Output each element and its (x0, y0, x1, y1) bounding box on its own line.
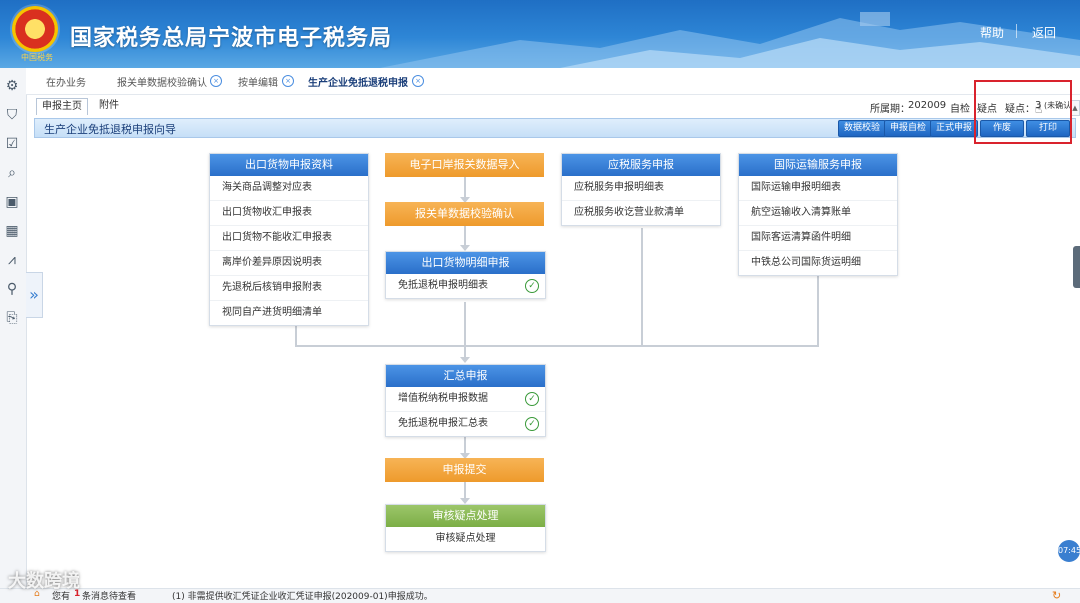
customs-confirm-step[interactable]: 报关单数据校验确认 (385, 202, 544, 226)
shield-icon[interactable]: ⛉ (4, 107, 20, 123)
card-header[interactable]: 出口货物申报资料 (210, 154, 368, 176)
refresh-icon[interactable]: ↻ (1052, 589, 1061, 602)
list-item[interactable]: 出口货物不能收汇申报表 (210, 226, 368, 251)
period-label: 所属期： (870, 104, 910, 115)
highlight-box (974, 80, 1072, 144)
connector (464, 302, 466, 360)
list-item-label: 增值税纳税申报数据 (398, 393, 488, 404)
intl-transport-card: 国际运输服务申报 国际运输申报明细表 航空运输收入清算账单 国际客运清算函件明细… (738, 153, 898, 276)
help-link[interactable]: 帮助 (980, 24, 1004, 41)
search-money-icon[interactable]: ⌕ (4, 165, 20, 181)
self-check-button[interactable]: 申报自检 (884, 120, 933, 137)
list-item[interactable]: 出口货物收汇申报表 (210, 201, 368, 226)
list-item-label: 免抵退税申报汇总表 (398, 418, 488, 429)
period-value: 202009 (908, 100, 947, 111)
watermark: 大数跨境 (8, 571, 80, 592)
header-divider (1016, 24, 1017, 38)
side-handle[interactable] (1073, 246, 1080, 288)
nav-tab-edit-by-doc[interactable]: 按单编辑 (238, 74, 278, 89)
list-item[interactable]: 中铁总公司国际货运明细 (739, 251, 897, 275)
list-item[interactable]: 审核疑点处理 (386, 527, 545, 551)
logo-subtitle: 中国税务 (21, 53, 53, 62)
export-goods-card: 出口货物申报资料 海关商品调整对应表 出口货物收汇申报表 出口货物不能收汇申报表… (209, 153, 369, 326)
chart-icon[interactable]: ⩘ (4, 252, 20, 268)
port-import-step[interactable]: 电子口岸报关数据导入 (385, 153, 544, 177)
connector (295, 345, 819, 347)
list-item[interactable]: 免抵退税申报明细表 ✓ (386, 274, 545, 298)
exit-icon[interactable]: ⎘ (4, 310, 20, 326)
check-icon: ✓ (525, 279, 539, 293)
list-item[interactable]: 应税服务收讫营业款清单 (562, 201, 720, 225)
nav-tab-customs-confirm[interactable]: 报关单数据校验确认 (117, 74, 207, 89)
notice-text: (1) 非需提供收汇凭证企业收汇凭证申报(202009-01)申报成功。 (172, 592, 433, 602)
self-check-label: 自检 (950, 104, 970, 115)
list-item[interactable]: 视同自产进货明细清单 (210, 301, 368, 325)
formal-declare-button[interactable]: 正式申报 (930, 120, 979, 137)
review-card: 审核疑点处理 审核疑点处理 (385, 504, 546, 552)
list-item[interactable]: 国际客运清算函件明细 (739, 226, 897, 251)
check-icon: ✓ (525, 417, 539, 431)
nav-tab-exemption-declare[interactable]: 生产企业免抵退税申报 (308, 74, 408, 89)
list-item[interactable]: 海关商品调整对应表 (210, 176, 368, 201)
list-item[interactable]: 免抵退税申报汇总表 ✓ (386, 412, 545, 436)
briefcase-icon[interactable]: ▣ (4, 194, 20, 210)
export-detail-card: 出口货物明细申报 免抵退税申报明细表 ✓ (385, 251, 546, 299)
wizard-title: 生产企业免抵退税申报向导 (44, 123, 176, 136)
close-icon[interactable]: × (282, 75, 294, 87)
subtab-attachment[interactable]: 附件 (94, 98, 124, 114)
connector (817, 276, 819, 346)
card-header[interactable]: 国际运输服务申报 (739, 154, 897, 176)
calendar-icon[interactable]: ▦ (4, 223, 20, 239)
back-link[interactable]: 返回 (1032, 24, 1056, 41)
gear-icon[interactable]: ⚙ (4, 78, 20, 94)
subtab-home[interactable]: 申报主页 (36, 98, 88, 115)
arrow-down-icon (460, 357, 470, 363)
nav-tab-pending[interactable]: 在办业务 (46, 74, 86, 89)
close-icon[interactable]: × (210, 75, 222, 87)
cursor-icon: ☝ (1035, 102, 1043, 116)
summary-card: 汇总申报 增值税纳税申报数据 ✓ 免抵退税申报汇总表 ✓ (385, 364, 546, 437)
list-item[interactable]: 航空运输收入清算账单 (739, 201, 897, 226)
search-icon[interactable]: ⚲ (4, 281, 20, 297)
submit-step[interactable]: 申报提交 (385, 458, 544, 482)
card-header[interactable]: 审核疑点处理 (386, 505, 545, 527)
card-header[interactable]: 汇总申报 (386, 365, 545, 387)
card-header[interactable]: 出口货物明细申报 (386, 252, 545, 274)
status-bar (0, 588, 1080, 603)
connector (295, 326, 297, 346)
tax-emblem-icon (12, 6, 58, 52)
close-icon[interactable]: × (412, 75, 424, 87)
taxable-service-card: 应税服务申报 应税服务申报明细表 应税服务收讫营业款清单 (561, 153, 721, 226)
sidebar-expand-toggle[interactable]: » (26, 272, 43, 318)
list-item[interactable]: 应税服务申报明细表 (562, 176, 720, 201)
list-item[interactable]: 先退税后核销申报附表 (210, 276, 368, 301)
check-icon: ✓ (525, 392, 539, 406)
clock-badge[interactable]: 07:45 (1058, 540, 1080, 562)
checklist-icon[interactable]: ☑ (4, 136, 20, 152)
list-item[interactable]: 国际运输申报明细表 (739, 176, 897, 201)
connector (641, 228, 643, 346)
message-suffix[interactable]: 条消息待查看 (82, 589, 136, 602)
app-title: 国家税务总局宁波市电子税务局 (70, 26, 393, 51)
list-item[interactable]: 增值税纳税申报数据 ✓ (386, 387, 545, 412)
data-validate-button[interactable]: 数据校验 (838, 120, 887, 137)
card-header[interactable]: 应税服务申报 (562, 154, 720, 176)
list-item[interactable]: 离岸价差异原因说明表 (210, 251, 368, 276)
list-item-label: 免抵退税申报明细表 (398, 280, 488, 291)
